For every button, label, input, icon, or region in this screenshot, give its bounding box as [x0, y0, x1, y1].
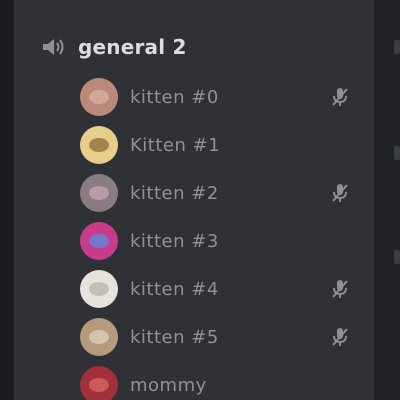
mic-muted-icon	[332, 88, 348, 106]
voice-user-row[interactable]: kitten #0	[80, 77, 360, 117]
cut-off-icon	[40, 0, 70, 4]
edge-marker	[394, 250, 400, 264]
edge-marker	[394, 146, 400, 160]
avatar	[80, 78, 118, 116]
voice-user-row[interactable]: kitten #2	[80, 173, 360, 213]
avatar-detail	[89, 378, 109, 392]
voice-channel-viewport: general 2 kitten #0 Kitten #1 kitten #2 kit…	[0, 0, 400, 400]
voice-user-row[interactable]: Kitten #1	[80, 125, 360, 165]
username: kitten #5	[130, 326, 219, 348]
mic-muted-icon	[332, 280, 348, 298]
voice-user-row[interactable]: kitten #5	[80, 317, 360, 357]
avatar	[80, 318, 118, 356]
avatar-detail	[89, 234, 109, 248]
voice-channel-general-2[interactable]: general 2	[40, 30, 187, 64]
speaker-icon	[40, 34, 66, 60]
mic-muted-icon	[332, 184, 348, 202]
voice-user-row[interactable]: kitten #3	[80, 221, 360, 261]
voice-user-row[interactable]: kitten #4	[80, 269, 360, 309]
voice-user-row[interactable]: mommy	[80, 365, 360, 400]
username: kitten #2	[130, 182, 219, 204]
avatar-detail	[89, 282, 109, 296]
avatar	[80, 174, 118, 212]
avatar	[80, 270, 118, 308]
username: kitten #0	[130, 86, 219, 108]
channel-name: general 2	[78, 35, 187, 59]
username: mommy	[130, 374, 207, 396]
avatar	[80, 222, 118, 260]
username: kitten #3	[130, 230, 219, 252]
cut-off-channel-glyph	[40, 0, 160, 6]
username: Kitten #1	[130, 134, 221, 156]
mic-muted-icon	[332, 328, 348, 346]
edge-marker	[394, 40, 400, 54]
member-list-edge	[374, 0, 400, 400]
avatar	[80, 126, 118, 164]
avatar-detail	[89, 330, 109, 344]
username: kitten #4	[130, 278, 219, 300]
avatar-detail	[89, 90, 109, 104]
avatar-detail	[89, 186, 109, 200]
avatar-detail	[89, 138, 109, 152]
avatar	[80, 366, 118, 400]
